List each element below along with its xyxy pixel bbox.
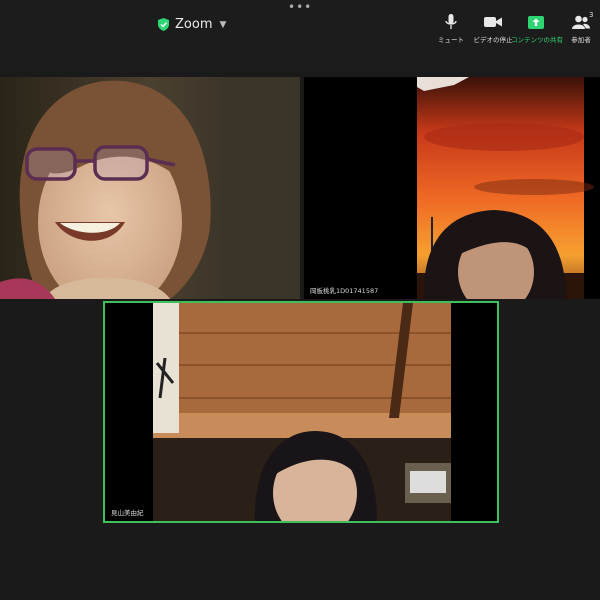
participants-button[interactable]: 3 参加者	[556, 11, 600, 44]
top-bar: ••• Zoom ▼ ミュート ビデオの停止 コンテンツの共有 3 参加者	[0, 0, 600, 72]
participant-video-tile-3[interactable]: 見山美由紀	[103, 301, 499, 523]
share-content-label: コンテンツの共有	[511, 36, 563, 44]
participants-label: 参加者	[571, 36, 591, 44]
meeting-title: Zoom	[175, 17, 213, 32]
microphone-icon	[445, 14, 457, 29]
video-camera-icon	[484, 17, 502, 27]
participant-3-name: 見山美由紀	[108, 506, 147, 518]
window-menu-dots[interactable]: •••	[288, 0, 312, 14]
share-content-button[interactable]: コンテンツの共有	[511, 14, 563, 44]
participant-count-badge: 3	[589, 11, 594, 19]
participants-icon	[572, 15, 590, 29]
shield-icon	[158, 18, 169, 31]
participant-3-video	[105, 303, 497, 521]
participant-2-name: 岡板桃乳1D01741587	[307, 284, 382, 296]
participant-video-tile-2[interactable]: 岡板桃乳1D01741587	[304, 77, 600, 299]
share-screen-icon	[528, 15, 544, 29]
meeting-info-menu[interactable]: Zoom ▼	[158, 17, 226, 32]
participant-1-video	[0, 77, 300, 299]
chevron-down-icon: ▼	[219, 19, 227, 30]
participant-video-tile-1[interactable]	[0, 77, 300, 299]
participant-2-video	[304, 77, 600, 299]
